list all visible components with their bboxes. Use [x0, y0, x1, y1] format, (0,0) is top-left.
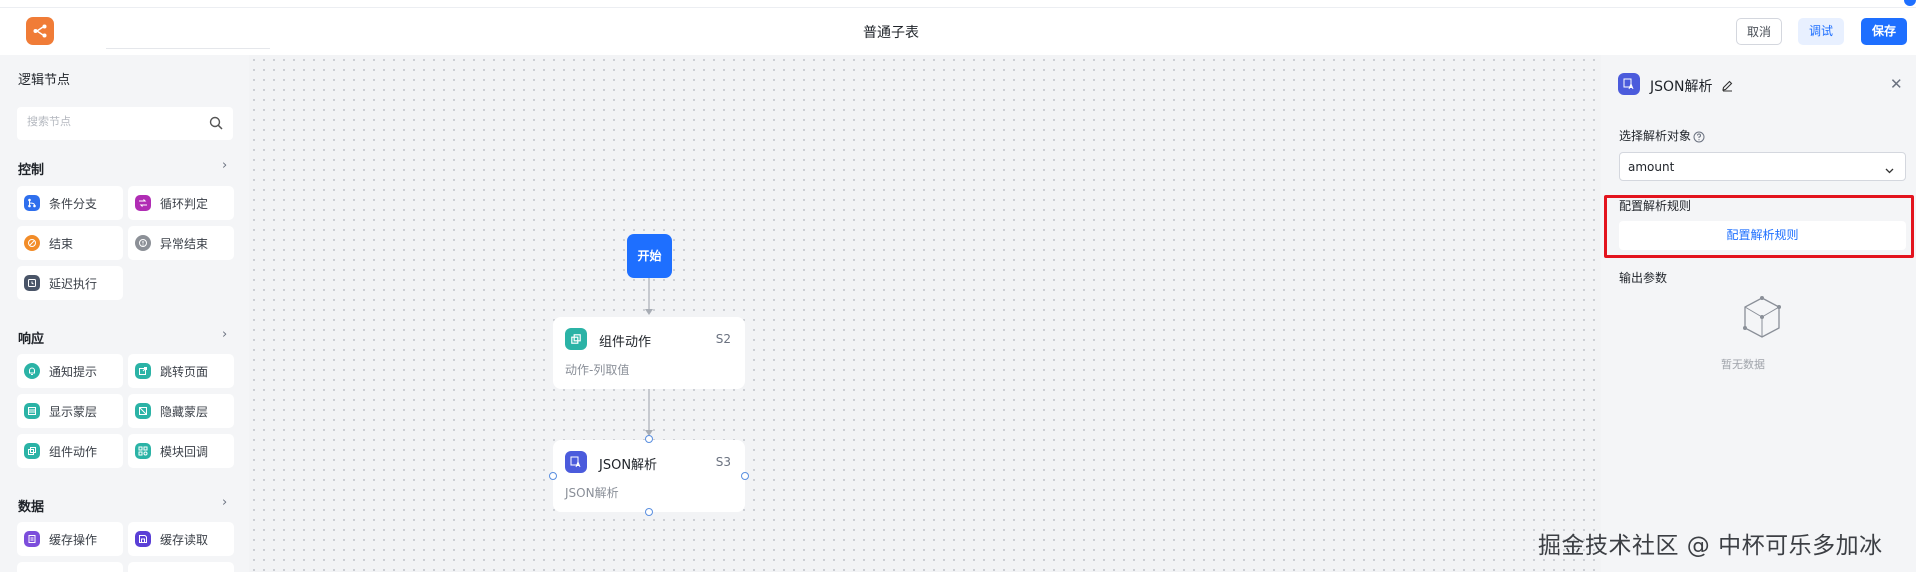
empty-state-text: 暂无数据 — [1721, 358, 1765, 371]
json-parse-icon — [1618, 73, 1640, 95]
json-parse-icon — [565, 451, 587, 473]
node-title: 组件动作 — [599, 335, 652, 350]
edit-icon[interactable] — [1721, 77, 1734, 96]
select-target-dropdown[interactable]: amount — [1619, 152, 1906, 181]
help-icon[interactable] — [1693, 128, 1705, 147]
empty-box-icon — [1741, 295, 1783, 345]
select-target-label: 选择解析对象 — [1619, 129, 1692, 143]
select-value: amount — [1628, 160, 1675, 174]
watermark-text: 掘金技术社区 @ 中杯可乐多加冰 — [1538, 533, 1883, 559]
output-params-label: 输出参数 — [1619, 271, 1668, 285]
highlight-box — [1604, 195, 1914, 258]
edge-arrow-icon — [645, 309, 653, 315]
node-desc: JSON解析 — [565, 486, 619, 500]
node-desc: 动作-列取值 — [565, 363, 630, 377]
flow-node-s2[interactable]: 组件动作 S2 动作-列取值 — [553, 317, 745, 389]
node-handle-top[interactable] — [645, 435, 653, 443]
component-action-icon — [565, 328, 587, 350]
start-node[interactable]: 开始 — [627, 234, 672, 278]
node-step: S3 — [715, 455, 731, 469]
chevron-down-icon — [1884, 161, 1895, 180]
node-handle-left[interactable] — [549, 472, 557, 480]
app-root: 普通子表 取消 调试 保存 逻辑节点 控制 › 条件分支 循环判定 结束 — [0, 0, 1916, 572]
node-title: JSON解析 — [599, 458, 658, 473]
close-icon[interactable]: ✕ — [1890, 75, 1903, 93]
flow-node-s3[interactable]: JSON解析 S3 JSON解析 — [553, 440, 745, 512]
node-step: S2 — [715, 332, 731, 346]
node-handle-right[interactable] — [741, 472, 749, 480]
node-config-panel: JSON解析 ✕ 选择解析对象 amount 配置解析规则 配置解析规则 输出参… — [1601, 55, 1916, 572]
panel-title: JSON解析 — [1650, 79, 1713, 95]
node-handle-bottom[interactable] — [645, 508, 653, 516]
